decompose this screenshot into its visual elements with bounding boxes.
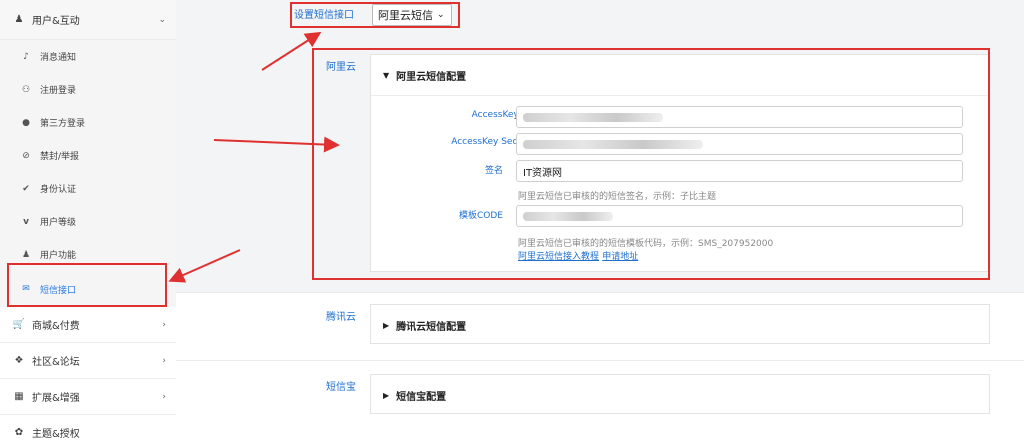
arrow-to-sidebar	[168, 249, 241, 283]
annotation-arrows	[168, 31, 340, 283]
arrow-to-provider	[261, 31, 322, 71]
arrow-to-aliyun	[213, 136, 340, 153]
